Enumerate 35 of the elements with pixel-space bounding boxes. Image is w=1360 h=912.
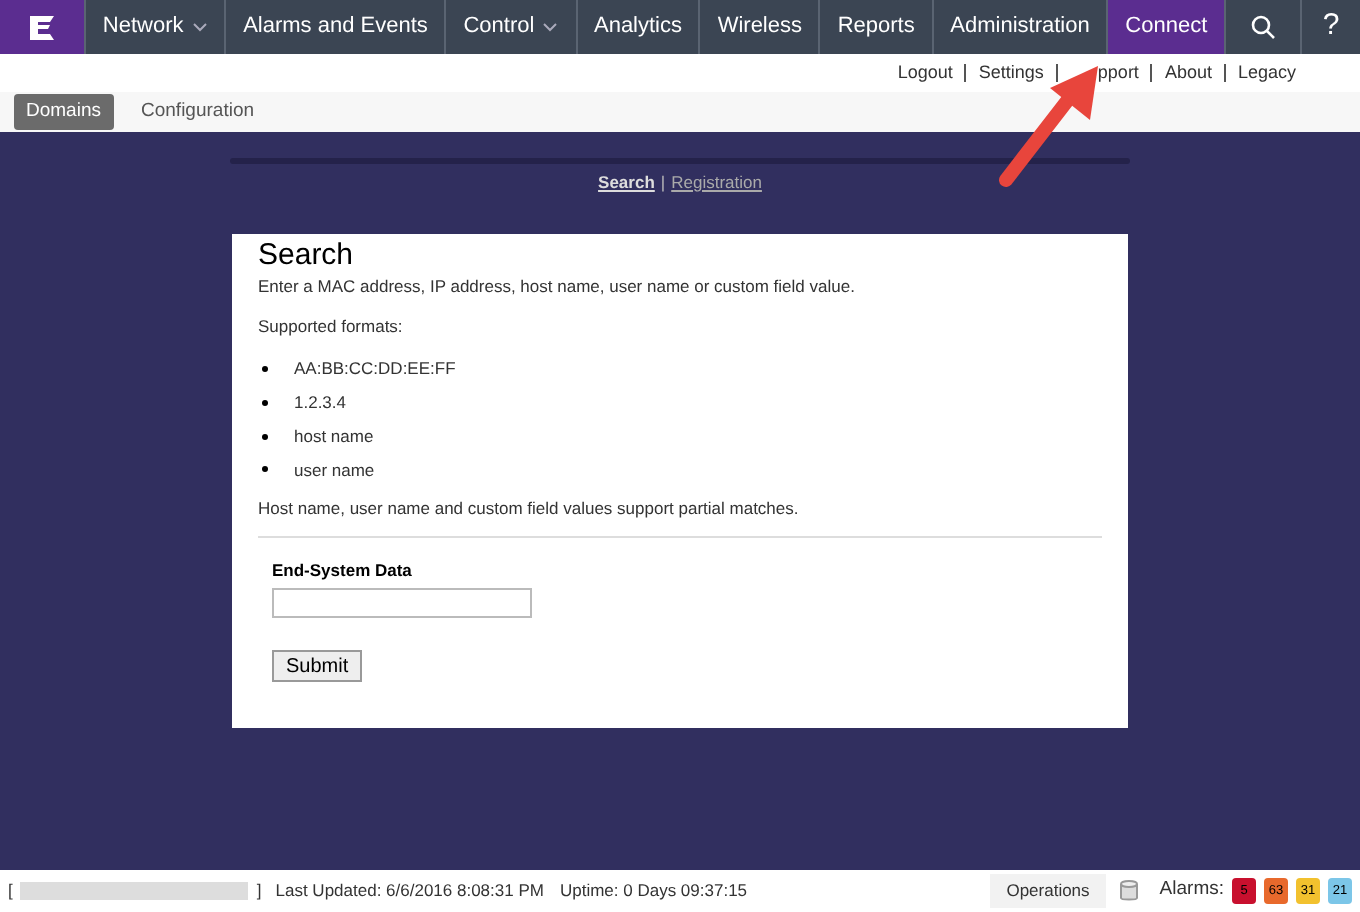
nav-tab[interactable]: Connect: [1106, 0, 1225, 54]
bracket-text: ]: [256, 878, 262, 904]
uptime-text: Uptime: 0 Days 09:37:15: [559, 878, 748, 904]
bullet-icon: [262, 366, 268, 373]
header-link[interactable]: Logout: [885, 64, 965, 82]
field-label: End-System Data: [272, 558, 414, 584]
bracket-text: [: [8, 878, 13, 904]
submit-button[interactable]: Submit: [272, 649, 363, 682]
tab[interactable]: Domains: [14, 93, 113, 131]
format-item: AA:BB:CC:DD:EE:FF: [294, 356, 456, 382]
subnav-link[interactable]: Registration: [671, 170, 762, 196]
tab[interactable]: Configuration: [129, 93, 267, 131]
format-item: user name: [294, 457, 375, 483]
database-icon: [1119, 880, 1138, 902]
search-icon: [1250, 14, 1277, 40]
separator-text: |: [660, 170, 666, 196]
header-link[interactable]: Settings: [964, 64, 1056, 82]
bullet-icon: [262, 466, 268, 473]
alarms-label: Alarms:: [1159, 876, 1224, 905]
operations-button[interactable]: Operations: [990, 874, 1106, 908]
note-text: Host name, user name and custom field values support partial matches.: [258, 496, 801, 522]
end-system-data-field[interactable]: [272, 587, 532, 618]
header-link[interactable]: About: [1150, 64, 1224, 82]
logo-icon[interactable]: [0, 0, 84, 54]
formats-label: Supported formats:: [258, 313, 405, 339]
bullet-icon: [262, 433, 268, 440]
intro-text: Enter a MAC address, IP address, host name, user name or custom field value.: [258, 273, 857, 299]
last-updated-text: Last Updated: 6/6/2016 8:08:31 PM: [275, 878, 544, 904]
card-title: Search: [258, 237, 356, 274]
subnav-link[interactable]: Search: [598, 170, 655, 196]
format-item: 1.2.3.4: [294, 390, 346, 416]
help-button[interactable]: ?: [1300, 0, 1360, 54]
header-link[interactable]: Legacy: [1223, 64, 1308, 82]
bullet-icon: [262, 399, 268, 406]
format-item: host name: [294, 423, 374, 449]
